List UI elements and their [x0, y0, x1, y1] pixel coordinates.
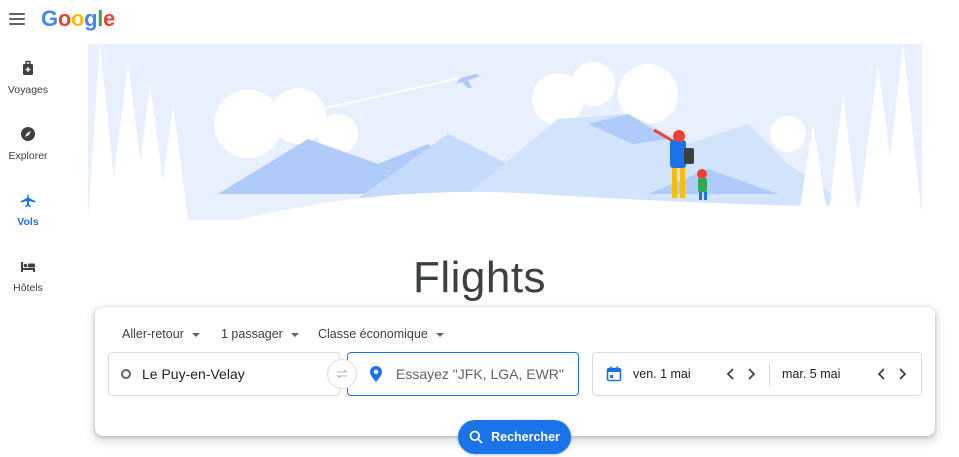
flight-search-card: Aller-retour 1 passager Classe économiqu… [95, 307, 935, 436]
nav-item-voyages[interactable]: Voyages [0, 60, 56, 98]
caret-down-icon [191, 332, 200, 337]
luggage-icon [23, 60, 33, 75]
date-divider [769, 363, 770, 387]
cabin-class-dropdown[interactable]: Classe économique [318, 327, 444, 341]
passengers-dropdown[interactable]: 1 passager [221, 327, 299, 341]
location-pin-icon [370, 366, 382, 382]
nav-item-vols[interactable]: Vols [0, 192, 56, 230]
swap-icon [336, 369, 348, 379]
origin-value: Le Puy-en-Velay [142, 366, 245, 382]
page-title: Flights [412, 253, 547, 303]
dates-field[interactable]: ven. 1 mai mar. 5 mai [592, 352, 922, 396]
search-icon [469, 430, 483, 444]
compass-icon [21, 127, 35, 141]
nav-label: Explorer [8, 150, 48, 162]
origin-circle-icon [121, 369, 131, 379]
search-button[interactable]: Rechercher [458, 420, 571, 454]
chevron-right-icon[interactable] [744, 366, 758, 382]
destination-placeholder: Essayez "JFK, LGA, EWR" [396, 366, 564, 382]
cabin-class-label: Classe économique [318, 327, 428, 341]
logo-letter: e [103, 6, 115, 31]
caret-down-icon [290, 332, 299, 337]
swap-locations-button[interactable] [327, 359, 357, 389]
logo-letter: o [57, 6, 71, 31]
nav-item-explorer[interactable]: Explorer [0, 126, 56, 164]
logo-letter: g [84, 6, 98, 31]
chevron-right-icon[interactable] [895, 366, 909, 382]
passengers-label: 1 passager [221, 327, 283, 341]
departure-date[interactable]: ven. 1 mai [633, 367, 691, 381]
trip-type-label: Aller-retour [122, 327, 184, 341]
destination-field[interactable]: Essayez "JFK, LGA, EWR" [347, 352, 579, 396]
trip-type-dropdown[interactable]: Aller-retour [122, 327, 200, 341]
logo-letter: G [41, 6, 58, 31]
nav-label: Vols [17, 216, 39, 228]
main-menu-button[interactable] [9, 11, 25, 27]
logo-letter: o [70, 6, 85, 31]
chevron-left-icon[interactable] [724, 366, 738, 382]
mountain-scene-illustration [88, 44, 922, 220]
calendar-icon [606, 366, 622, 382]
hero-illustration [88, 44, 922, 220]
chevron-left-icon[interactable] [875, 366, 889, 382]
origin-field[interactable]: Le Puy-en-Velay [108, 352, 340, 396]
airplane-icon [21, 193, 35, 207]
return-date[interactable]: mar. 5 mai [782, 367, 840, 381]
search-button-label: Rechercher [491, 430, 560, 444]
google-logo[interactable]: Google [41, 6, 115, 32]
caret-down-icon [435, 332, 444, 337]
nav-label: Voyages [7, 84, 49, 96]
